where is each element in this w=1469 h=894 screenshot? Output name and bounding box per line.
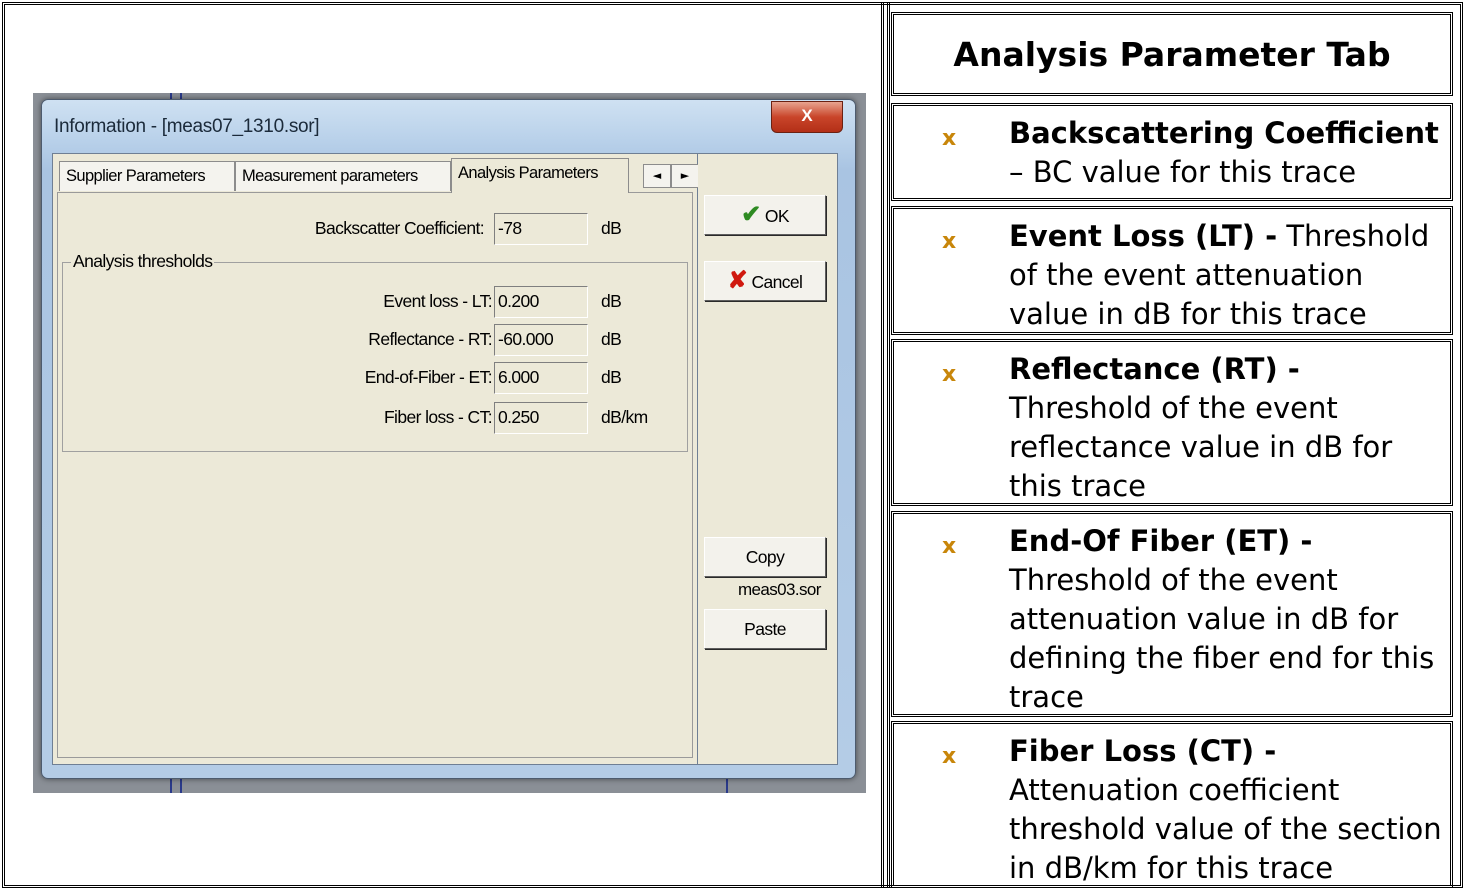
analysis-parameters-page: Backscatter Coefficient: -78 dB Analysis… xyxy=(57,192,693,758)
checkmark-icon: ✔ xyxy=(741,201,761,228)
source-file-name: meas03.sor xyxy=(738,580,821,599)
bullet-icon: x xyxy=(942,126,957,151)
cancel-button[interactable]: ✘ Cancel xyxy=(704,261,826,301)
backscatter-unit: dB xyxy=(601,218,622,238)
event-loss-unit: dB xyxy=(601,291,622,311)
backscatter-field[interactable]: -78 xyxy=(494,213,588,245)
item-title: Backscattering Coefficient xyxy=(1009,116,1439,150)
item-title: Reflectance (RT) - xyxy=(1009,352,1300,386)
fiber-loss-field[interactable]: 0.250 xyxy=(494,402,588,434)
background-trace-line xyxy=(180,777,182,793)
event-loss-field[interactable]: 0.200 xyxy=(494,286,588,318)
list-item: x End-Of Fiber (ET) - Threshold of the e… xyxy=(891,511,1453,717)
cancel-label: Cancel xyxy=(751,272,803,292)
item-description: Threshold of the event reflectance value… xyxy=(1009,391,1393,503)
item-text: Backscattering Coefficient – BC value fo… xyxy=(1009,114,1444,192)
item-title: Event Loss (LT) - xyxy=(1009,219,1278,253)
bullet-icon: x xyxy=(942,744,957,769)
fiber-loss-unit: dB/km xyxy=(601,407,648,427)
item-separator: – xyxy=(1009,155,1033,189)
list-item: x Fiber Loss (CT) - Attenuation coeffici… xyxy=(891,721,1453,888)
dialog-screenshot: Information - [meas07_1310.sor] X Suppli… xyxy=(33,93,866,793)
information-dialog: Information - [meas07_1310.sor] X Suppli… xyxy=(41,99,856,779)
reflectance-label: Reflectance - RT: xyxy=(368,329,492,349)
bullet-icon: x xyxy=(942,362,957,387)
backscatter-label: Backscatter Coefficient: xyxy=(314,218,485,238)
bullet-icon: x xyxy=(942,229,957,254)
close-button[interactable]: X xyxy=(771,101,843,133)
end-of-fiber-field[interactable]: 6.000 xyxy=(494,362,588,394)
item-title: Fiber Loss (CT) - xyxy=(1009,734,1277,768)
event-loss-label: Event loss - LT: xyxy=(383,291,492,311)
reflectance-unit: dB xyxy=(601,329,622,349)
item-text: End-Of Fiber (ET) - Threshold of the eve… xyxy=(1009,522,1444,717)
item-description: Threshold of the event attenuation value… xyxy=(1009,563,1435,714)
item-text: Fiber Loss (CT) - Attenuation coefficien… xyxy=(1009,732,1444,888)
cancel-x-icon: ✘ xyxy=(727,267,748,294)
bullet-icon: x xyxy=(942,534,957,559)
item-description: BC value for this trace xyxy=(1032,155,1357,189)
item-text: Reflectance (RT) - Threshold of the even… xyxy=(1009,350,1444,506)
tab-scroll-left-icon[interactable]: ◄ xyxy=(643,164,671,188)
section-heading: Analysis Parameter Tab xyxy=(891,12,1453,96)
dialog-title: Information - [meas07_1310.sor] xyxy=(54,116,320,137)
paste-button[interactable]: Paste xyxy=(704,609,826,649)
reflectance-field[interactable]: -60.000 xyxy=(494,324,588,356)
tab-measurement-parameters[interactable]: Measurement parameters xyxy=(235,161,451,191)
tab-scroll-arrows: ◄ ► xyxy=(643,164,699,188)
item-separator xyxy=(1277,219,1286,253)
copy-button[interactable]: Copy xyxy=(704,537,826,577)
tab-scroll-right-icon[interactable]: ► xyxy=(671,164,699,188)
item-title: End-Of Fiber (ET) - xyxy=(1009,524,1313,558)
end-of-fiber-label: End-of-Fiber - ET: xyxy=(364,367,493,387)
list-item: x Event Loss (LT) - Threshold of the eve… xyxy=(891,206,1453,335)
fiber-loss-label: Fiber loss - CT: xyxy=(383,407,493,427)
analysis-thresholds-group: Analysis thresholds Event loss - LT: 0.2… xyxy=(62,251,688,452)
tab-supplier-parameters[interactable]: Supplier Parameters xyxy=(59,161,235,191)
item-description: Attenuation coefficient threshold value … xyxy=(1009,773,1442,885)
column-divider xyxy=(881,2,890,888)
background-trace-line xyxy=(170,777,172,793)
group-label: Analysis thresholds xyxy=(71,251,215,272)
background-trace-line xyxy=(726,777,728,793)
list-item: x Reflectance (RT) - Threshold of the ev… xyxy=(891,339,1453,506)
ok-label: OK xyxy=(764,206,790,226)
item-text: Event Loss (LT) - Threshold of the event… xyxy=(1009,217,1444,334)
end-of-fiber-unit: dB xyxy=(601,367,622,387)
dialog-button-pane: ✔ OK ✘ Cancel Copy meas03.sor Paste xyxy=(698,153,838,765)
dialog-client-area: Supplier Parameters Measurement paramete… xyxy=(52,153,699,765)
ok-button[interactable]: ✔ OK xyxy=(704,195,826,235)
tab-analysis-parameters[interactable]: Analysis Parameters xyxy=(451,158,629,193)
list-item: x Backscattering Coefficient – BC value … xyxy=(891,103,1453,201)
